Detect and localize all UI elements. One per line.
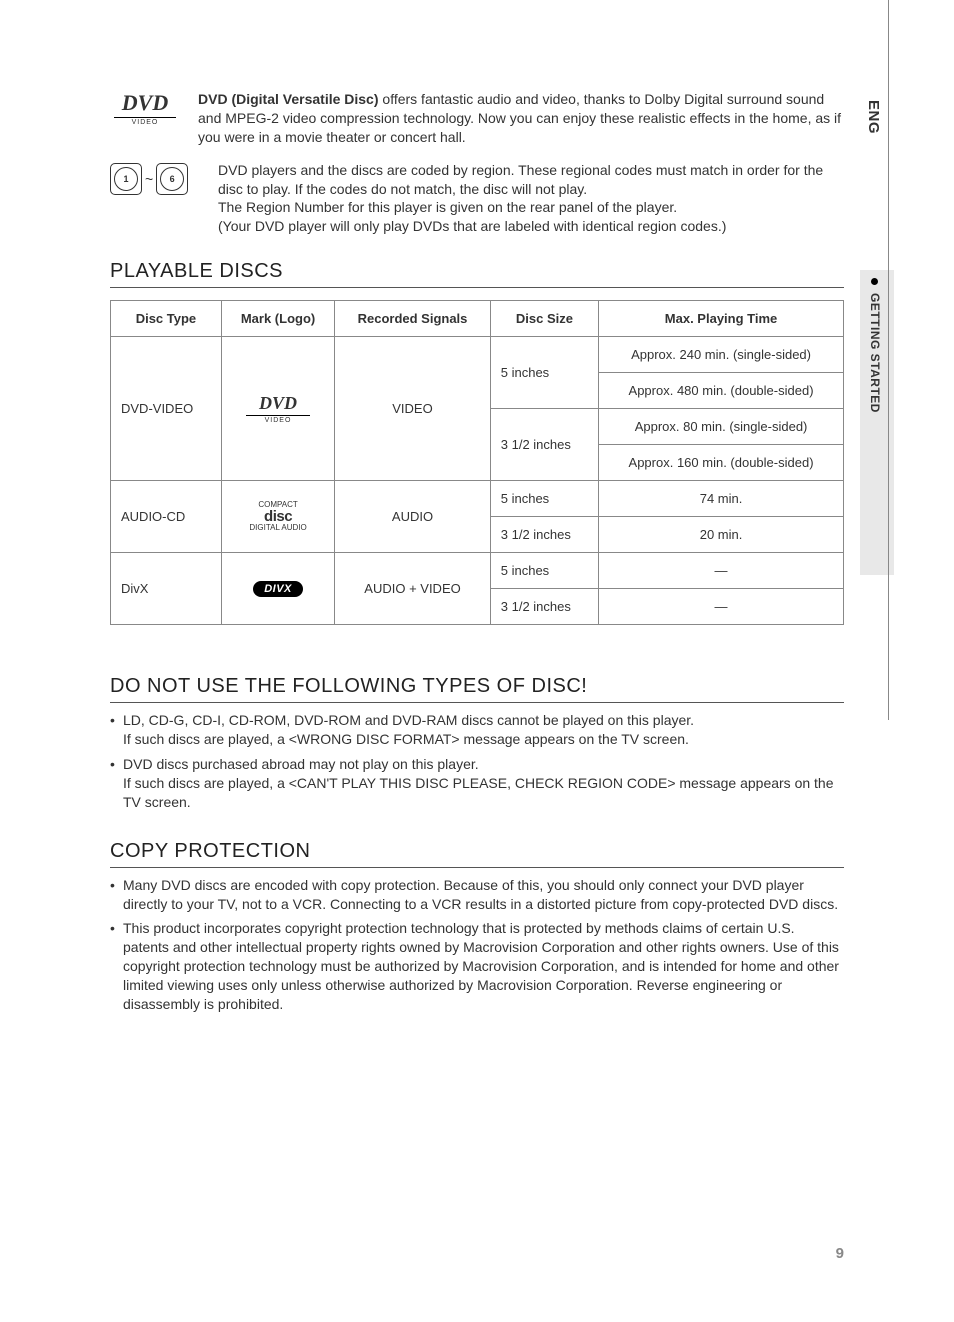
playable-discs-table: Disc Type Mark (Logo) Recorded Signals D… <box>110 300 844 625</box>
th-signals: Recorded Signals <box>335 301 491 337</box>
region-badge-6: 6 <box>156 163 188 195</box>
cell-size: 5 inches <box>490 553 598 589</box>
th-size: Disc Size <box>490 301 598 337</box>
cell-size: 3 1/2 inches <box>490 409 598 481</box>
th-mark: Mark (Logo) <box>221 301 334 337</box>
playable-discs-heading: PLAYABLE DISCS <box>110 260 844 288</box>
cell-cd-mark: COMPACT disc DIGITAL AUDIO <box>221 481 334 553</box>
table-header-row: Disc Type Mark (Logo) Recorded Signals D… <box>111 301 844 337</box>
donotuse-heading: DO NOT USE THE FOLLOWING TYPES OF DISC! <box>110 675 844 703</box>
cell-size: 5 inches <box>490 481 598 517</box>
table-row: DivX DIVX AUDIO + VIDEO 5 inches — <box>111 553 844 589</box>
region-code-icons: 1 ~ 6 <box>110 161 200 197</box>
cell-size: 3 1/2 inches <box>490 589 598 625</box>
side-section-label: GETTING STARTED <box>868 293 882 413</box>
cell-time: Approx. 160 min. (double-sided) <box>599 445 844 481</box>
cell-signals: AUDIO + VIDEO <box>335 553 491 625</box>
table-row: AUDIO-CD COMPACT disc DIGITAL AUDIO AUDI… <box>111 481 844 517</box>
page-number: 9 <box>836 1245 844 1262</box>
intro-paragraph-2: DVD players and the discs are coded by r… <box>218 161 844 237</box>
donotuse-list: LD, CD-G, CD-I, CD-ROM, DVD-ROM and DVD-… <box>110 711 844 811</box>
cell-time: 20 min. <box>599 517 844 553</box>
cell-time: Approx. 240 min. (single-sided) <box>599 337 844 373</box>
list-item: Many DVD discs are encoded with copy pro… <box>110 876 844 914</box>
cell-divx-mark: DIVX <box>221 553 334 625</box>
cell-time: Approx. 480 min. (double-sided) <box>599 373 844 409</box>
th-max-time: Max. Playing Time <box>599 301 844 337</box>
region-tilde: ~ <box>145 171 153 187</box>
cell-size: 5 inches <box>490 337 598 409</box>
cell-time: — <box>599 553 844 589</box>
cell-time: Approx. 80 min. (single-sided) <box>599 409 844 445</box>
cell-disc-type: DVD-VIDEO <box>111 337 222 481</box>
dvd-video-logo: DVD VIDEO <box>110 90 180 147</box>
cell-signals: VIDEO <box>335 337 491 481</box>
cell-size: 3 1/2 inches <box>490 517 598 553</box>
lang-tab: ENG <box>865 100 882 134</box>
cell-disc-type: DivX <box>111 553 222 625</box>
copy-heading: COPY PROTECTION <box>110 840 844 868</box>
cell-time: 74 min. <box>599 481 844 517</box>
list-item: DVD discs purchased abroad may not play … <box>110 755 844 812</box>
list-item: LD, CD-G, CD-I, CD-ROM, DVD-ROM and DVD-… <box>110 711 844 749</box>
cell-dvd-mark: DVD VIDEO <box>221 337 334 481</box>
intro-bold: DVD (Digital Versatile Disc) <box>198 91 379 107</box>
region-badge-1: 1 <box>110 163 142 195</box>
intro-paragraph-1: DVD (Digital Versatile Disc) offers fant… <box>198 90 844 147</box>
side-section-bullet <box>871 278 878 285</box>
table-row: DVD-VIDEO DVD VIDEO VIDEO 5 inches Appro… <box>111 337 844 373</box>
th-disc-type: Disc Type <box>111 301 222 337</box>
cell-time: — <box>599 589 844 625</box>
cell-signals: AUDIO <box>335 481 491 553</box>
copy-list: Many DVD discs are encoded with copy pro… <box>110 876 844 1014</box>
page-crop-line <box>888 0 889 720</box>
cell-disc-type: AUDIO-CD <box>111 481 222 553</box>
list-item: This product incorporates copyright prot… <box>110 919 844 1013</box>
